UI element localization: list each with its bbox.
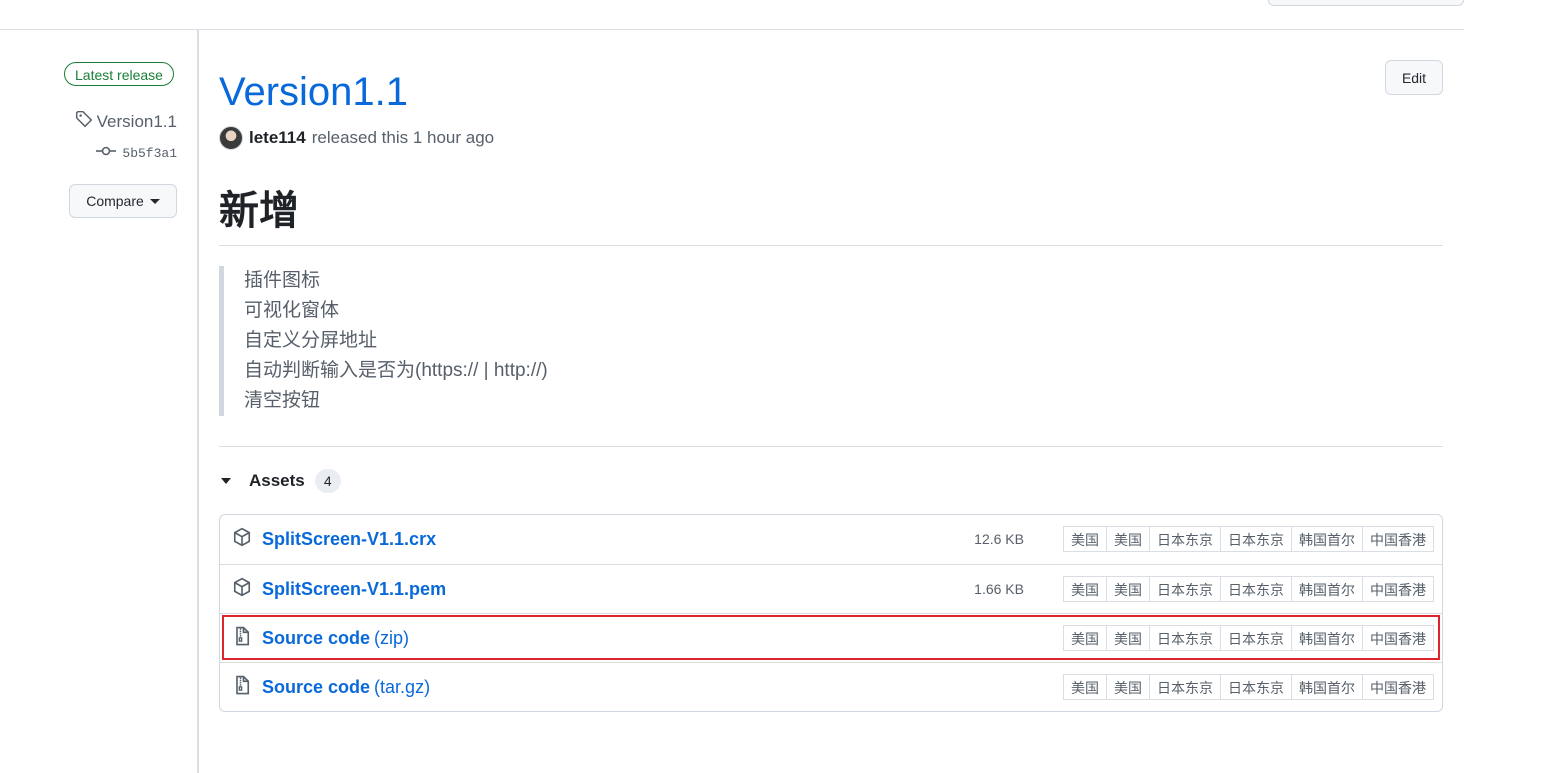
release-meta: lete114 released this 1 hour ago (219, 126, 494, 150)
package-icon (232, 527, 252, 552)
note-line: 自定义分屏地址 (244, 330, 378, 351)
mirror-link-tokyo[interactable]: 日本东京 (1220, 526, 1292, 552)
mirror-link-tokyo[interactable]: 日本东京 (1220, 625, 1292, 651)
mirror-link-us[interactable]: 美国 (1106, 625, 1150, 651)
edit-button[interactable]: Edit (1385, 60, 1443, 95)
asset-size: 12.6 KB (974, 531, 1024, 547)
latest-release-badge: Latest release (64, 62, 174, 86)
mirror-link-us[interactable]: 美国 (1106, 526, 1150, 552)
mirror-link-us[interactable]: 美国 (1063, 576, 1107, 602)
compare-label: Compare (86, 193, 144, 209)
chevron-down-icon (149, 198, 160, 204)
asset-format[interactable]: (tar.gz) (374, 677, 430, 698)
note-line: 清空按钮 (244, 390, 321, 411)
caret-down-icon (221, 478, 231, 484)
mirror-link-us[interactable]: 美国 (1063, 526, 1107, 552)
sidebar-divider (197, 30, 199, 773)
note-line: 可视化窗体 (244, 300, 340, 321)
heading-divider (219, 245, 1443, 246)
asset-link[interactable]: SplitScreen-V1.1.pem (232, 565, 446, 614)
asset-name[interactable]: SplitScreen-V1.1.crx (262, 529, 436, 550)
author-name[interactable]: lete114 (249, 128, 306, 148)
file-zip-icon (232, 626, 252, 651)
assets-toggle[interactable]: Assets 4 (221, 469, 341, 493)
mirror-link-seoul[interactable]: 韩国首尔 (1291, 674, 1363, 700)
assets-label: Assets (249, 471, 305, 490)
asset-size: 1.66 KB (974, 581, 1024, 597)
mirror-link-us[interactable]: 美国 (1063, 625, 1107, 651)
mirror-link-tokyo[interactable]: 日本东京 (1149, 576, 1221, 602)
asset-format[interactable]: (zip) (374, 628, 409, 649)
mirror-link-tokyo[interactable]: 日本东京 (1149, 674, 1221, 700)
tag-name: Version1.1 (96, 111, 177, 131)
tag-link[interactable]: Version1.1 (75, 110, 177, 133)
mirror-link-tokyo[interactable]: 日本东京 (1149, 625, 1221, 651)
top-divider (0, 29, 1464, 30)
mirror-link-tokyo[interactable]: 日本东京 (1220, 674, 1292, 700)
top-button-partial[interactable] (1268, 0, 1464, 6)
mirror-link-hongkong[interactable]: 中国香港 (1362, 625, 1434, 651)
asset-row-highlighted: Source code (zip) 美国 美国 日本东京 日本东京 韩国首尔 中… (220, 613, 1442, 662)
file-zip-icon (232, 675, 252, 700)
mirror-link-hongkong[interactable]: 中国香港 (1362, 576, 1434, 602)
package-icon (232, 577, 252, 602)
mirror-links: 美国 美国 日本东京 日本东京 韩国首尔 中国香港 (1063, 576, 1434, 602)
mirror-link-tokyo[interactable]: 日本东京 (1220, 576, 1292, 602)
asset-link[interactable]: Source code (zip) (232, 614, 409, 663)
avatar[interactable] (219, 126, 243, 150)
asset-name[interactable]: SplitScreen-V1.1.pem (262, 579, 446, 600)
mirror-link-us[interactable]: 美国 (1106, 576, 1150, 602)
mirror-link-seoul[interactable]: 韩国首尔 (1291, 576, 1363, 602)
released-text: released this 1 hour ago (311, 128, 495, 147)
asset-link[interactable]: SplitScreen-V1.1.crx (232, 515, 436, 564)
commit-link[interactable]: 5b5f3a1 (96, 144, 177, 162)
release-title[interactable]: Version1.1 (219, 66, 408, 118)
mirror-link-tokyo[interactable]: 日本东京 (1149, 526, 1221, 552)
mirror-links: 美国 美国 日本东京 日本东京 韩国首尔 中国香港 (1063, 674, 1434, 700)
mirror-link-us[interactable]: 美国 (1106, 674, 1150, 700)
notes-heading: 新增 (219, 189, 299, 233)
mirror-link-us[interactable]: 美国 (1063, 674, 1107, 700)
commit-sha: 5b5f3a1 (122, 145, 177, 161)
assets-count-badge: 4 (314, 469, 341, 493)
mirror-links: 美国 美国 日本东京 日本东京 韩国首尔 中国香港 (1063, 526, 1434, 552)
mirror-link-seoul[interactable]: 韩国首尔 (1291, 625, 1363, 651)
asset-row: Source code (tar.gz) 美国 美国 日本东京 日本东京 韩国首… (220, 662, 1442, 711)
asset-link[interactable]: Source code (tar.gz) (232, 663, 430, 712)
note-line: 自动判断输入是否为(https:// | http://) (244, 360, 548, 381)
compare-button[interactable]: Compare (69, 184, 177, 218)
asset-name[interactable]: Source code (262, 628, 370, 649)
mirror-links: 美国 美国 日本东京 日本东京 韩国首尔 中国香港 (1063, 625, 1434, 651)
note-line: 插件图标 (244, 270, 321, 291)
asset-name[interactable]: Source code (262, 677, 370, 698)
asset-row: SplitScreen-V1.1.pem 1.66 KB 美国 美国 日本东京 … (220, 564, 1442, 613)
commit-icon (96, 144, 117, 162)
tag-icon (75, 110, 93, 133)
asset-row: SplitScreen-V1.1.crx 12.6 KB 美国 美国 日本东京 … (220, 515, 1442, 564)
mirror-link-seoul[interactable]: 韩国首尔 (1291, 526, 1363, 552)
mirror-link-hongkong[interactable]: 中国香港 (1362, 526, 1434, 552)
release-notes-quote: 插件图标 可视化窗体 自定义分屏地址 自动判断输入是否为(https:// | … (219, 266, 548, 416)
mirror-link-hongkong[interactable]: 中国香港 (1362, 674, 1434, 700)
assets-list: SplitScreen-V1.1.crx 12.6 KB 美国 美国 日本东京 … (219, 514, 1443, 712)
assets-divider (219, 446, 1443, 447)
